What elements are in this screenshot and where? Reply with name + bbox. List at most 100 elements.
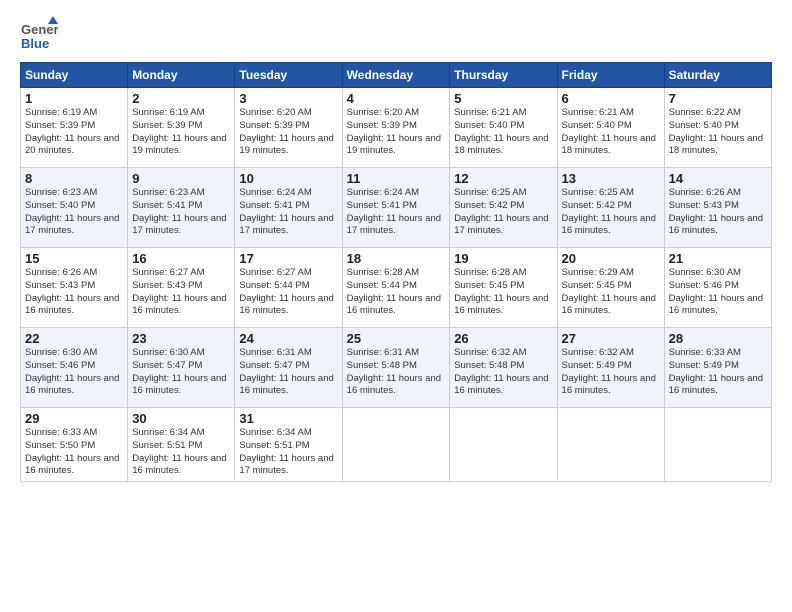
day-number: 12 [454,171,552,186]
calendar-cell: 19 Sunrise: 6:28 AM Sunset: 5:45 PM Dayl… [450,248,557,328]
calendar-cell: 17 Sunrise: 6:27 AM Sunset: 5:44 PM Dayl… [235,248,342,328]
calendar-cell: 20 Sunrise: 6:29 AM Sunset: 5:45 PM Dayl… [557,248,664,328]
day-number: 17 [239,251,337,266]
calendar-cell: 31 Sunrise: 6:34 AM Sunset: 5:51 PM Dayl… [235,408,342,482]
day-info: Sunrise: 6:34 AM Sunset: 5:51 PM Dayligh… [239,427,337,478]
svg-text:Blue: Blue [21,36,49,51]
calendar-cell: 14 Sunrise: 6:26 AM Sunset: 5:43 PM Dayl… [664,168,771,248]
day-number: 10 [239,171,337,186]
day-number: 5 [454,91,552,106]
day-info: Sunrise: 6:26 AM Sunset: 5:43 PM Dayligh… [669,187,767,238]
day-number: 16 [132,251,230,266]
calendar-week-row: 29 Sunrise: 6:33 AM Sunset: 5:50 PM Dayl… [21,408,772,482]
calendar-cell: 4 Sunrise: 6:20 AM Sunset: 5:39 PM Dayli… [342,88,450,168]
day-number: 2 [132,91,230,106]
day-number: 1 [25,91,123,106]
calendar-cell: 5 Sunrise: 6:21 AM Sunset: 5:40 PM Dayli… [450,88,557,168]
day-number: 15 [25,251,123,266]
calendar-cell: 10 Sunrise: 6:24 AM Sunset: 5:41 PM Dayl… [235,168,342,248]
calendar-cell: 27 Sunrise: 6:32 AM Sunset: 5:49 PM Dayl… [557,328,664,408]
day-number: 7 [669,91,767,106]
calendar-cell: 23 Sunrise: 6:30 AM Sunset: 5:47 PM Dayl… [128,328,235,408]
calendar-table: SundayMondayTuesdayWednesdayThursdayFrid… [20,62,772,482]
day-info: Sunrise: 6:20 AM Sunset: 5:39 PM Dayligh… [239,107,337,158]
weekday-header-saturday: Saturday [664,63,771,88]
calendar-week-row: 1 Sunrise: 6:19 AM Sunset: 5:39 PM Dayli… [21,88,772,168]
day-number: 19 [454,251,552,266]
day-number: 24 [239,331,337,346]
calendar-week-row: 15 Sunrise: 6:26 AM Sunset: 5:43 PM Dayl… [21,248,772,328]
day-info: Sunrise: 6:24 AM Sunset: 5:41 PM Dayligh… [347,187,446,238]
calendar-cell: 7 Sunrise: 6:22 AM Sunset: 5:40 PM Dayli… [664,88,771,168]
calendar-cell: 21 Sunrise: 6:30 AM Sunset: 5:46 PM Dayl… [664,248,771,328]
day-number: 30 [132,411,230,426]
calendar-cell: 9 Sunrise: 6:23 AM Sunset: 5:41 PM Dayli… [128,168,235,248]
calendar-cell: 16 Sunrise: 6:27 AM Sunset: 5:43 PM Dayl… [128,248,235,328]
page: General Blue SundayMondayTuesdayWednesda… [0,0,792,612]
day-info: Sunrise: 6:32 AM Sunset: 5:49 PM Dayligh… [562,347,660,398]
day-number: 23 [132,331,230,346]
calendar-cell: 2 Sunrise: 6:19 AM Sunset: 5:39 PM Dayli… [128,88,235,168]
day-info: Sunrise: 6:32 AM Sunset: 5:48 PM Dayligh… [454,347,552,398]
day-info: Sunrise: 6:33 AM Sunset: 5:50 PM Dayligh… [25,427,123,478]
calendar-cell: 28 Sunrise: 6:33 AM Sunset: 5:49 PM Dayl… [664,328,771,408]
day-number: 21 [669,251,767,266]
calendar-cell: 8 Sunrise: 6:23 AM Sunset: 5:40 PM Dayli… [21,168,128,248]
weekday-header-row: SundayMondayTuesdayWednesdayThursdayFrid… [21,63,772,88]
calendar-cell: 29 Sunrise: 6:33 AM Sunset: 5:50 PM Dayl… [21,408,128,482]
logo-icon: General Blue [20,16,58,54]
day-info: Sunrise: 6:21 AM Sunset: 5:40 PM Dayligh… [454,107,552,158]
calendar-cell: 25 Sunrise: 6:31 AM Sunset: 5:48 PM Dayl… [342,328,450,408]
day-number: 14 [669,171,767,186]
day-number: 29 [25,411,123,426]
day-info: Sunrise: 6:29 AM Sunset: 5:45 PM Dayligh… [562,267,660,318]
calendar-cell: 3 Sunrise: 6:20 AM Sunset: 5:39 PM Dayli… [235,88,342,168]
calendar-cell: 12 Sunrise: 6:25 AM Sunset: 5:42 PM Dayl… [450,168,557,248]
day-info: Sunrise: 6:30 AM Sunset: 5:46 PM Dayligh… [25,347,123,398]
calendar-cell: 24 Sunrise: 6:31 AM Sunset: 5:47 PM Dayl… [235,328,342,408]
day-number: 26 [454,331,552,346]
day-number: 28 [669,331,767,346]
day-number: 4 [347,91,446,106]
day-number: 18 [347,251,446,266]
logo: General Blue [20,16,58,54]
calendar-week-row: 22 Sunrise: 6:30 AM Sunset: 5:46 PM Dayl… [21,328,772,408]
calendar-cell [450,408,557,482]
svg-text:General: General [21,22,58,37]
day-number: 25 [347,331,446,346]
weekday-header-wednesday: Wednesday [342,63,450,88]
calendar-cell [664,408,771,482]
calendar-cell: 15 Sunrise: 6:26 AM Sunset: 5:43 PM Dayl… [21,248,128,328]
day-info: Sunrise: 6:31 AM Sunset: 5:47 PM Dayligh… [239,347,337,398]
day-number: 8 [25,171,123,186]
calendar-cell: 6 Sunrise: 6:21 AM Sunset: 5:40 PM Dayli… [557,88,664,168]
day-number: 11 [347,171,446,186]
calendar-cell: 11 Sunrise: 6:24 AM Sunset: 5:41 PM Dayl… [342,168,450,248]
day-number: 31 [239,411,337,426]
day-info: Sunrise: 6:28 AM Sunset: 5:44 PM Dayligh… [347,267,446,318]
calendar-week-row: 8 Sunrise: 6:23 AM Sunset: 5:40 PM Dayli… [21,168,772,248]
day-info: Sunrise: 6:25 AM Sunset: 5:42 PM Dayligh… [562,187,660,238]
day-number: 6 [562,91,660,106]
day-info: Sunrise: 6:31 AM Sunset: 5:48 PM Dayligh… [347,347,446,398]
day-info: Sunrise: 6:27 AM Sunset: 5:44 PM Dayligh… [239,267,337,318]
weekday-header-sunday: Sunday [21,63,128,88]
day-number: 3 [239,91,337,106]
calendar-cell: 18 Sunrise: 6:28 AM Sunset: 5:44 PM Dayl… [342,248,450,328]
weekday-header-thursday: Thursday [450,63,557,88]
day-info: Sunrise: 6:30 AM Sunset: 5:46 PM Dayligh… [669,267,767,318]
day-info: Sunrise: 6:25 AM Sunset: 5:42 PM Dayligh… [454,187,552,238]
calendar-cell: 1 Sunrise: 6:19 AM Sunset: 5:39 PM Dayli… [21,88,128,168]
calendar-cell: 13 Sunrise: 6:25 AM Sunset: 5:42 PM Dayl… [557,168,664,248]
day-number: 9 [132,171,230,186]
day-number: 27 [562,331,660,346]
day-info: Sunrise: 6:23 AM Sunset: 5:40 PM Dayligh… [25,187,123,238]
calendar-cell: 22 Sunrise: 6:30 AM Sunset: 5:46 PM Dayl… [21,328,128,408]
day-info: Sunrise: 6:27 AM Sunset: 5:43 PM Dayligh… [132,267,230,318]
weekday-header-friday: Friday [557,63,664,88]
header: General Blue [20,16,772,54]
calendar-cell [342,408,450,482]
day-info: Sunrise: 6:19 AM Sunset: 5:39 PM Dayligh… [132,107,230,158]
day-info: Sunrise: 6:23 AM Sunset: 5:41 PM Dayligh… [132,187,230,238]
day-info: Sunrise: 6:20 AM Sunset: 5:39 PM Dayligh… [347,107,446,158]
